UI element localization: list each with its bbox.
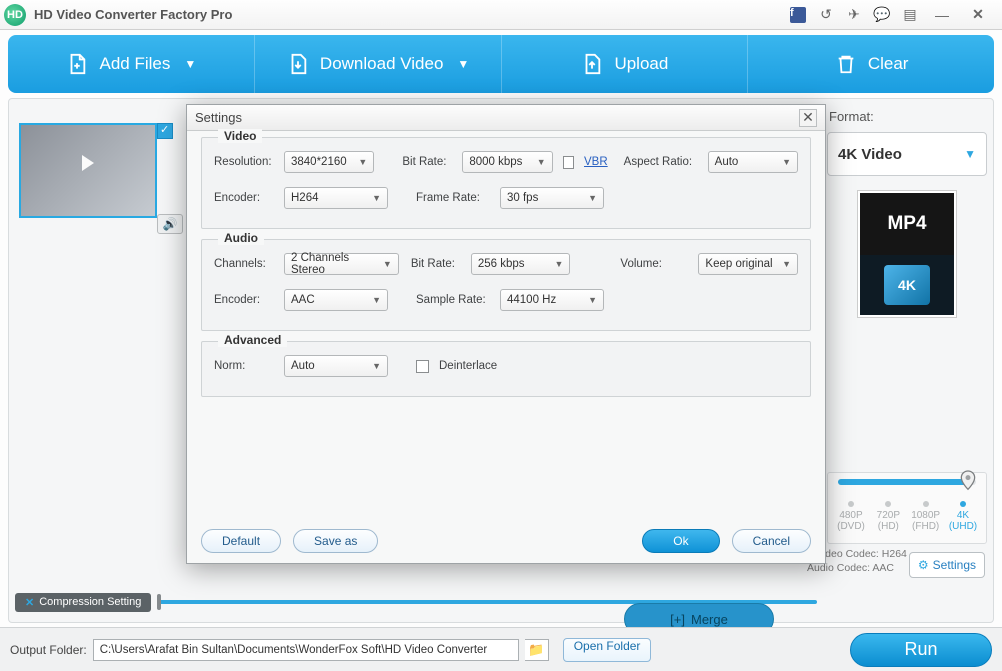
audio-legend: Audio [218,231,264,245]
add-files-button[interactable]: Add Files ▼ [8,35,255,93]
slider-knob[interactable] [157,594,161,610]
dialog-title: Settings [195,110,242,125]
trash-icon [834,52,858,76]
checkbox-icon[interactable] [157,123,173,139]
save-as-button[interactable]: Save as [293,529,378,553]
audio-fieldset: Audio Channels: 2 Channels Stereo▼ Bit R… [201,239,811,331]
clear-button[interactable]: Clear [748,35,994,93]
bottom-bar: Output Folder: C:\Users\Arafat Bin Sulta… [0,627,1002,671]
format-mp4-label: MP4 [860,193,954,255]
ok-button[interactable]: Ok [642,529,719,553]
audio-encoder-select[interactable]: AAC▼ [284,289,388,311]
bitrate-label: Bit Rate: [402,156,452,168]
chat-icon[interactable]: 💬 [869,5,895,25]
resolution-label: Resolution: [214,156,274,168]
advanced-fieldset: Advanced Norm: Auto▼ Deinterlace [201,341,811,397]
merge-icon: [+] [670,612,685,627]
open-folder-button[interactable]: Open Folder [563,638,652,662]
norm-select[interactable]: Auto▼ [284,355,388,377]
vbr-checkbox[interactable] [563,156,574,169]
format-select[interactable]: 4K Video ▼ [827,132,987,176]
video-encoder-label: Encoder: [214,192,274,204]
advanced-legend: Advanced [218,333,287,347]
upload-button[interactable]: Upload [502,35,749,93]
chevron-down-icon: ▼ [457,57,469,71]
format-preview: MP4 4K [857,190,957,318]
quality-option-4k[interactable]: 4K(UHD) [946,501,980,532]
format-4k-badge: 4K [884,265,930,305]
undo-icon[interactable]: ↺ [813,5,839,25]
video-bitrate-select[interactable]: 8000 kbps▼ [462,151,552,173]
facebook-icon[interactable]: f [785,5,811,25]
deinterlace-checkbox[interactable] [416,360,429,373]
map-pin-icon[interactable] [958,469,978,489]
deinterlace-label: Deinterlace [439,360,497,372]
default-button[interactable]: Default [201,529,281,553]
app-title: HD Video Converter Factory Pro [34,7,232,22]
clear-label: Clear [868,54,909,74]
pin-icon[interactable]: ✈ [841,5,867,25]
minimize-button[interactable]: — [925,5,959,25]
dialog-close-button[interactable]: ✕ [799,109,817,127]
add-file-icon [65,52,89,76]
format-label: Format: [829,109,987,124]
run-button[interactable]: Run [850,633,992,667]
add-files-label: Add Files [99,54,170,74]
gear-icon: ⚙ [918,558,929,572]
download-icon [286,52,310,76]
resolution-select[interactable]: 3840*2160▼ [284,151,374,173]
settings-dialog: Settings ✕ Video Resolution: 3840*2160▼ … [186,104,826,564]
video-legend: Video [218,129,262,143]
settings-button[interactable]: ⚙ Settings [909,552,985,578]
norm-label: Norm: [214,360,274,372]
chevron-down-icon: ▼ [184,57,196,71]
format-value: 4K Video [838,146,902,163]
download-video-button[interactable]: Download Video ▼ [255,35,502,93]
framerate-select[interactable]: 30 fps▼ [500,187,604,209]
upload-label: Upload [614,54,668,74]
chevron-down-icon: ▼ [964,147,976,161]
dialog-titlebar: Settings ✕ [187,105,825,131]
vbr-link[interactable]: VBR [584,156,608,168]
sound-icon[interactable]: 🔊 [157,214,183,234]
video-fieldset: Video Resolution: 3840*2160▼ Bit Rate: 8… [201,137,811,229]
framerate-label: Frame Rate: [416,192,490,204]
samplerate-select[interactable]: 44100 Hz▼ [500,289,604,311]
list-icon[interactable]: ▤ [897,5,923,25]
download-video-label: Download Video [320,54,444,74]
main-toolbar: Add Files ▼ Download Video ▼ Upload Clea… [8,35,994,93]
quality-option-480p[interactable]: 480P(DVD) [834,501,868,532]
channels-label: Channels: [214,258,274,270]
volume-select[interactable]: Keep original▼ [698,253,798,275]
settings-button-label: Settings [933,558,976,572]
output-folder-label: Output Folder: [10,643,87,657]
play-icon [82,155,94,171]
dialog-buttons: Default Save as Ok Cancel [187,529,825,553]
samplerate-label: Sample Rate: [416,294,490,306]
aspect-ratio-select[interactable]: Auto▼ [708,151,798,173]
title-bar: HD HD Video Converter Factory Pro f ↺ ✈ … [0,0,1002,30]
output-path-input[interactable]: C:\Users\Arafat Bin Sultan\Documents\Won… [93,639,519,661]
aspect-ratio-label: Aspect Ratio: [624,156,698,168]
quality-option-1080p[interactable]: 1080P(FHD) [909,501,943,532]
quality-option-720p[interactable]: 720P(HD) [871,501,905,532]
audio-bitrate-select[interactable]: 256 kbps▼ [471,253,571,275]
browse-folder-icon[interactable]: 📁 [525,639,549,661]
video-thumbnail[interactable] [19,123,157,218]
audio-bitrate-label: Bit Rate: [411,258,461,270]
quality-slider[interactable]: 480P(DVD) 720P(HD) 1080P(FHD) 4K(UHD) [827,472,987,544]
channels-select[interactable]: 2 Channels Stereo▼ [284,253,399,275]
volume-label: Volume: [620,258,670,270]
audio-encoder-label: Encoder: [214,294,274,306]
cancel-button[interactable]: Cancel [732,529,811,553]
compression-label[interactable]: ✕Compression Setting [15,593,151,612]
upload-icon [580,52,604,76]
app-logo-icon: HD [4,4,26,26]
close-button[interactable]: ✕ [961,5,995,25]
video-encoder-select[interactable]: H264▼ [284,187,388,209]
